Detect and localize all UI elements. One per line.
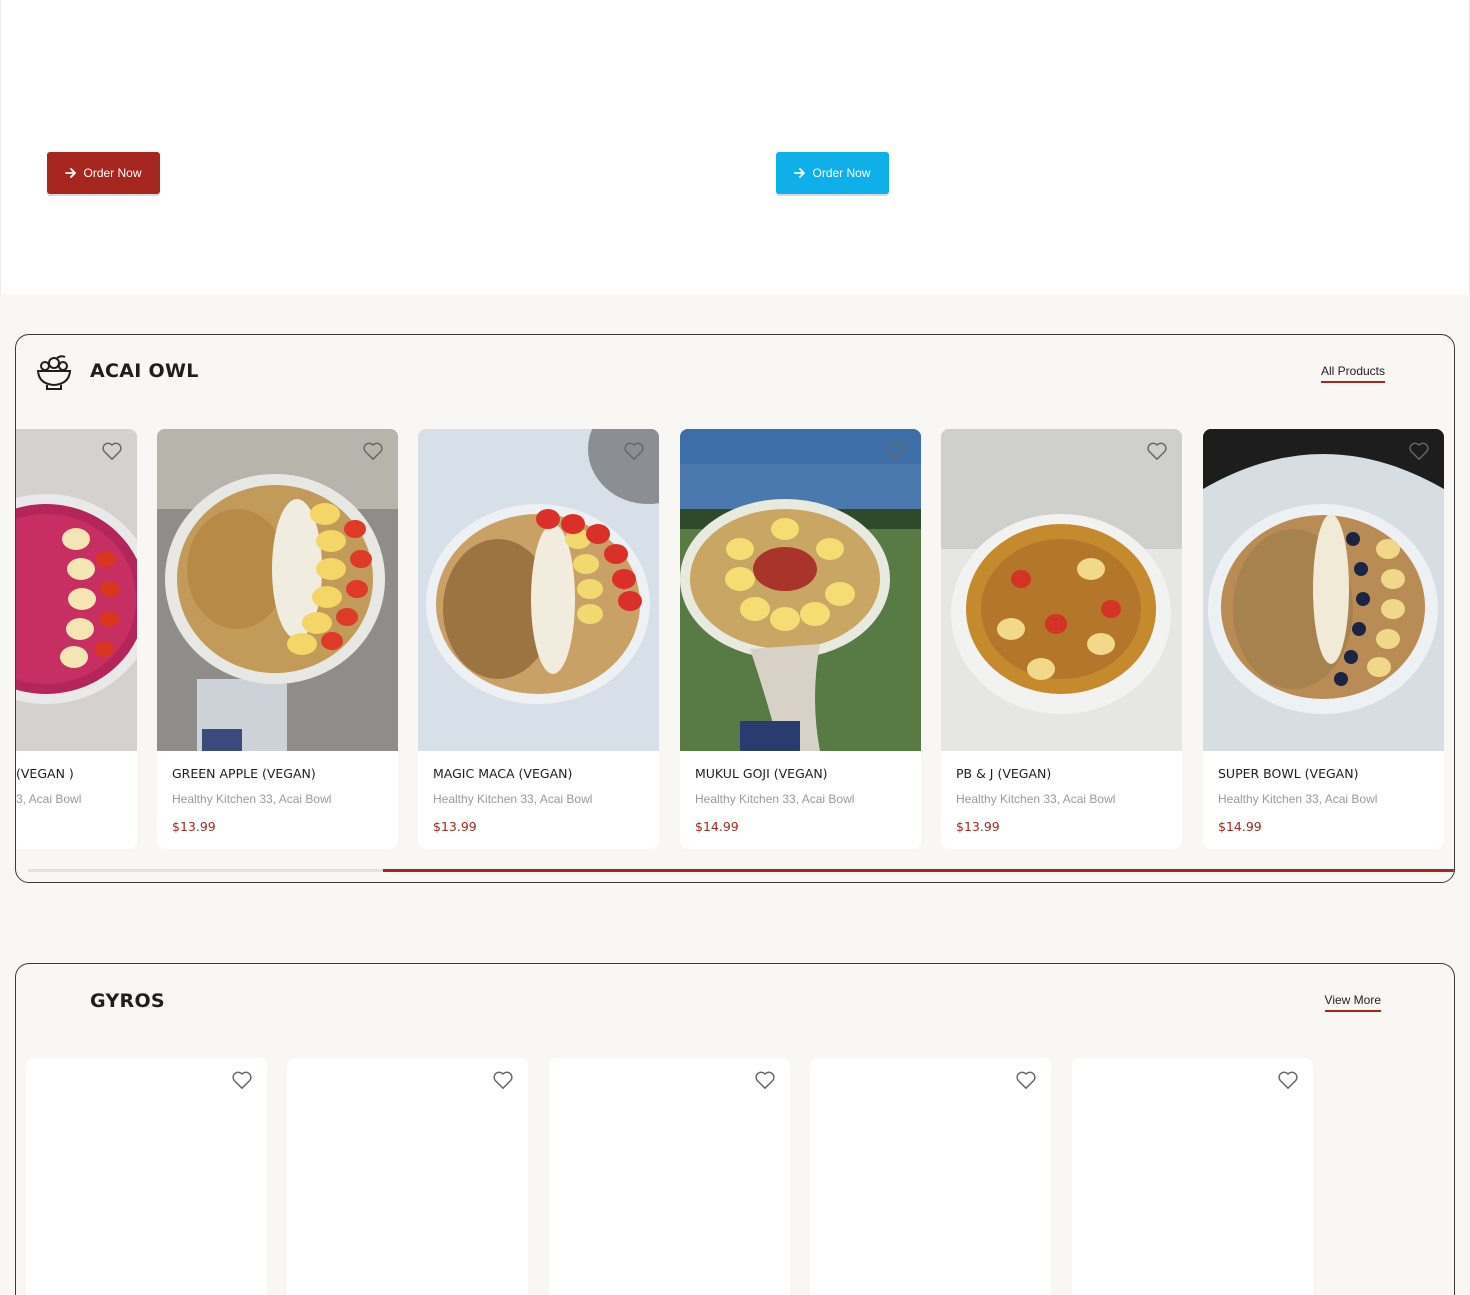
product-subtitle: Healthy Kitchen 33, Acai Bowl <box>1218 792 1378 806</box>
product-card[interactable] <box>810 1058 1051 1295</box>
product-card[interactable]: MUKUL GOJI (VEGAN) Healthy Kitchen 33, A… <box>680 429 921 849</box>
favorite-heart-icon[interactable] <box>1015 1070 1037 1090</box>
favorite-heart-icon[interactable] <box>623 441 645 461</box>
favorite-heart-icon[interactable] <box>231 1070 253 1090</box>
product-photo <box>157 429 398 751</box>
favorite-heart-icon[interactable] <box>101 441 123 461</box>
scrollbar-thumb[interactable] <box>383 869 1454 872</box>
product-card[interactable]: (VEGAN ) 3, Acai Bowl <box>16 429 137 849</box>
product-card[interactable] <box>1072 1058 1313 1295</box>
product-price: $13.99 <box>956 819 1000 834</box>
product-photo <box>941 429 1182 751</box>
product-price: $13.99 <box>172 819 216 834</box>
promo-banner: Order Now Order Now <box>0 0 1470 295</box>
product-card[interactable] <box>287 1058 528 1295</box>
product-card[interactable] <box>549 1058 790 1295</box>
arrow-right-icon <box>65 168 77 178</box>
product-card[interactable]: PB & J (VEGAN) Healthy Kitchen 33, Acai … <box>941 429 1182 849</box>
product-photo <box>1203 429 1444 751</box>
product-price: $14.99 <box>1218 819 1262 834</box>
favorite-heart-icon[interactable] <box>754 1070 776 1090</box>
product-subtitle: 3, Acai Bowl <box>16 792 82 806</box>
arrow-right-icon <box>794 168 806 178</box>
product-carousel[interactable]: (VEGAN ) 3, Acai Bowl GREEN APPLE (VEGAN… <box>16 429 1454 849</box>
view-more-link[interactable]: View More <box>1324 993 1381 1012</box>
favorite-heart-icon[interactable] <box>1408 441 1430 461</box>
section-title: ACAI OWL <box>90 360 199 382</box>
product-name: MUKUL GOJI (VEGAN) <box>695 766 828 781</box>
product-card[interactable]: GREEN APPLE (VEGAN) Healthy Kitchen 33, … <box>157 429 398 849</box>
product-photo <box>16 429 137 751</box>
acai-bowl-icon <box>36 355 72 390</box>
favorite-heart-icon[interactable] <box>362 441 384 461</box>
favorite-heart-icon[interactable] <box>1277 1070 1299 1090</box>
order-now-label: Order Now <box>812 166 871 180</box>
favorite-heart-icon[interactable] <box>492 1070 514 1090</box>
carousel-scrollbar[interactable] <box>28 869 1454 872</box>
product-subtitle: Healthy Kitchen 33, Acai Bowl <box>956 792 1116 806</box>
product-photo <box>418 429 659 751</box>
product-price: $14.99 <box>695 819 739 834</box>
product-name: PB & J (VEGAN) <box>956 766 1052 781</box>
favorite-heart-icon[interactable] <box>1146 441 1168 461</box>
product-photo <box>680 429 921 751</box>
product-card[interactable] <box>26 1058 267 1295</box>
section-title: GYROS <box>90 990 165 1012</box>
order-now-button-left[interactable]: Order Now <box>47 152 160 194</box>
product-subtitle: Healthy Kitchen 33, Acai Bowl <box>695 792 855 806</box>
product-name: (VEGAN ) <box>16 766 74 781</box>
product-name: GREEN APPLE (VEGAN) <box>172 766 316 781</box>
acai-owl-section: ACAI OWL All Products (VEGAN ) 3, Acai B… <box>15 334 1455 883</box>
favorite-heart-icon[interactable] <box>885 441 907 461</box>
product-name: SUPER BOWL (VEGAN) <box>1218 766 1359 781</box>
product-card[interactable]: MAGIC MACA (VEGAN) Healthy Kitchen 33, A… <box>418 429 659 849</box>
order-now-label: Order Now <box>83 166 142 180</box>
gyros-section: GYROS View More <box>15 963 1455 1295</box>
product-price: $13.99 <box>433 819 477 834</box>
product-card[interactable]: SUPER BOWL (VEGAN) Healthy Kitchen 33, A… <box>1203 429 1444 849</box>
product-name: MAGIC MACA (VEGAN) <box>433 766 573 781</box>
product-subtitle: Healthy Kitchen 33, Acai Bowl <box>172 792 332 806</box>
all-products-link[interactable]: All Products <box>1320 364 1385 383</box>
order-now-button-right[interactable]: Order Now <box>776 152 889 194</box>
product-subtitle: Healthy Kitchen 33, Acai Bowl <box>433 792 593 806</box>
